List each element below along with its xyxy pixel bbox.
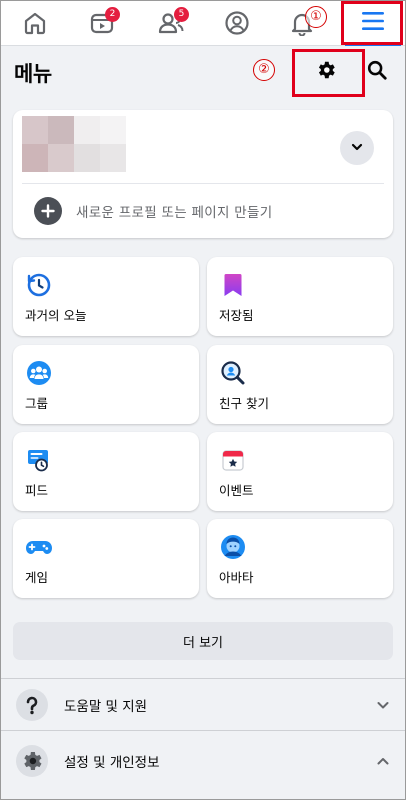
help-support-section[interactable]: 도움말 및 지원 (0, 682, 406, 728)
gamepad-icon (25, 533, 53, 561)
profile-icon (224, 10, 250, 36)
shortcut-label: 아바타 (219, 570, 254, 585)
home-icon (22, 10, 48, 36)
annotation-marker-2: ② (253, 59, 275, 81)
settings-privacy-section[interactable]: 설정 및 개인정보 (0, 738, 406, 784)
shortcut-memories[interactable]: 과거의 오늘 (13, 257, 199, 336)
shortcut-label: 피드 (25, 483, 49, 498)
annotation-marker-1: ① (305, 6, 327, 28)
chevron-down-icon (376, 698, 390, 712)
shortcut-saved[interactable]: 저장됨 (207, 257, 393, 336)
settings-button[interactable] (306, 56, 346, 88)
hamburger-icon (361, 10, 385, 36)
create-profile-or-page-button[interactable]: 새로운 프로필 또는 페이지 만들기 (13, 184, 393, 238)
feed-icon (25, 446, 53, 474)
bookmark-icon (219, 271, 247, 299)
active-tab-indicator (345, 43, 401, 46)
groups-icon (25, 359, 53, 387)
shortcut-gaming[interactable]: 게임 (13, 519, 199, 598)
chevron-down-icon (350, 139, 364, 158)
search-icon (366, 59, 388, 85)
section-divider (0, 678, 406, 679)
shortcut-groups[interactable]: 그룹 (13, 345, 199, 424)
find-friends-icon (219, 359, 247, 387)
shortcut-avatars[interactable]: 아바타 (207, 519, 393, 598)
shortcut-label: 이벤트 (219, 483, 254, 498)
help-icon (16, 689, 48, 721)
plus-icon (34, 197, 62, 225)
shortcut-label: 과거의 오늘 (25, 308, 87, 323)
create-profile-label: 새로운 프로필 또는 페이지 만들기 (76, 205, 273, 221)
memories-clock-icon (25, 271, 53, 299)
shortcut-label: 게임 (25, 570, 49, 585)
shortcut-find-friends[interactable]: 친구 찾기 (207, 345, 393, 424)
shortcut-events[interactable]: 이벤트 (207, 432, 393, 511)
shortcut-label: 친구 찾기 (219, 396, 269, 411)
settings-privacy-label: 설정 및 개인정보 (64, 755, 160, 771)
blurred-profile-avatar[interactable] (22, 116, 126, 172)
gear-icon (315, 59, 337, 85)
shortcut-label: 저장됨 (219, 308, 254, 323)
help-support-label: 도움말 및 지원 (64, 699, 148, 715)
home-tab[interactable] (15, 6, 55, 40)
profile-tab[interactable] (217, 6, 257, 40)
expand-profiles-button[interactable] (340, 131, 374, 165)
page-title: 메뉴 (14, 62, 52, 86)
search-button[interactable] (360, 56, 394, 88)
menu-tab[interactable] (345, 3, 401, 43)
watch-tab[interactable]: 2 (82, 6, 122, 40)
top-navigation-bar: 2 5 (0, 0, 406, 46)
shortcut-label: 그룹 (25, 396, 49, 411)
friends-tab[interactable]: 5 (151, 6, 191, 40)
shortcut-feed[interactable]: 피드 (13, 432, 199, 511)
avatar-icon (219, 533, 247, 561)
watch-badge: 2 (105, 7, 120, 22)
profile-card: 새로운 프로필 또는 페이지 만들기 (13, 110, 393, 238)
chevron-up-icon (376, 754, 390, 768)
friends-badge: 5 (174, 7, 189, 22)
see-more-button[interactable]: 더 보기 (13, 622, 393, 660)
section-divider (0, 730, 406, 731)
settings-gear-icon (16, 745, 48, 777)
calendar-icon (219, 446, 247, 474)
